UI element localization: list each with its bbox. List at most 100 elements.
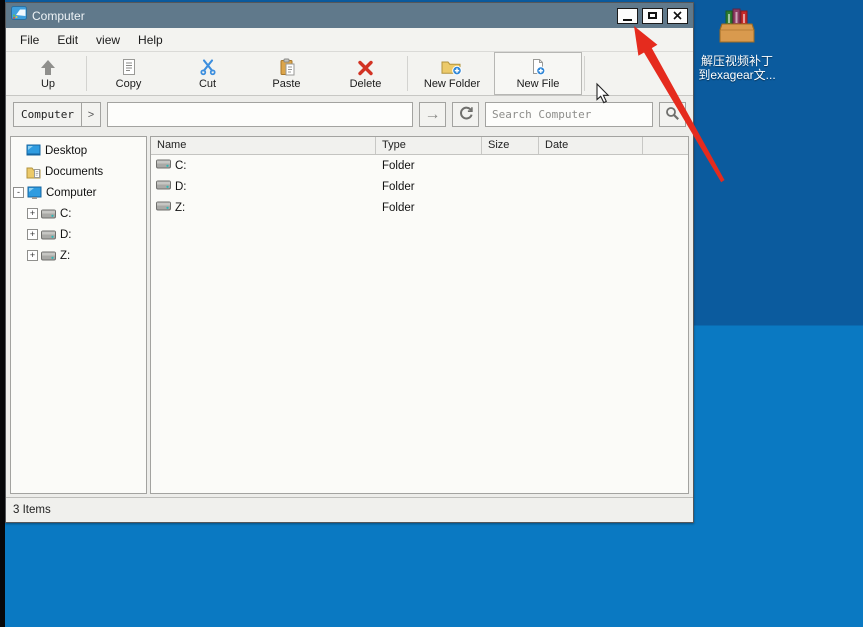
table-row-drive-c[interactable]: C: Folder	[151, 155, 688, 176]
cut-icon	[199, 57, 217, 76]
up-label: Up	[41, 78, 55, 90]
paste-label: Paste	[272, 78, 300, 90]
monitor-icon	[26, 144, 41, 158]
up-button[interactable]: Up	[12, 52, 84, 95]
drive-icon	[41, 208, 56, 220]
cell-name: Z:	[175, 202, 185, 214]
tree-item-drive-d[interactable]: + D:	[11, 224, 146, 245]
tree-label: Desktop	[45, 145, 87, 157]
menu-help[interactable]: Help	[129, 30, 172, 50]
delete-button[interactable]: Delete	[326, 52, 405, 95]
refresh-button[interactable]	[452, 102, 479, 127]
toolbar: Up Copy	[6, 52, 693, 96]
paste-button[interactable]: Paste	[247, 52, 326, 95]
collapse-expander-icon[interactable]: -	[13, 187, 24, 198]
delete-label: Delete	[350, 78, 382, 90]
shortcut-label-line2: 到exagear文...	[697, 68, 777, 82]
copy-label: Copy	[116, 78, 142, 90]
close-button[interactable]	[667, 8, 688, 24]
search-button[interactable]	[659, 102, 686, 127]
minimize-icon	[623, 19, 632, 21]
maximize-icon	[648, 12, 657, 19]
delete-icon	[357, 57, 374, 76]
main-area: Desktop Documents - Computer +	[6, 133, 693, 497]
menubar: File Edit view Help	[6, 28, 693, 52]
tree-item-documents[interactable]: Documents	[11, 161, 146, 182]
table-row-drive-d[interactable]: D: Folder	[151, 176, 688, 197]
path-input[interactable]	[107, 102, 413, 127]
tree-item-drive-z[interactable]: + Z:	[11, 245, 146, 266]
cell-type: Folder	[376, 160, 482, 172]
magnifier-icon	[665, 106, 680, 124]
paste-icon	[278, 57, 296, 76]
tree-label: C:	[60, 208, 72, 220]
column-header-filler	[643, 137, 688, 154]
drive-icon	[156, 200, 171, 215]
go-button[interactable]: →	[419, 102, 446, 127]
cell-type: Folder	[376, 202, 482, 214]
tree-item-desktop[interactable]: Desktop	[11, 140, 146, 161]
desktop-shortcut-exagear-patch[interactable]: 解压视频补丁 到exagear文...	[697, 6, 777, 82]
address-bar: Computer > →	[6, 96, 693, 133]
tree-label: D:	[60, 229, 72, 241]
copy-icon	[120, 57, 138, 76]
expand-expander-icon[interactable]: +	[27, 208, 38, 219]
cut-button[interactable]: Cut	[168, 52, 247, 95]
window-title: Computer	[32, 9, 85, 23]
tree-item-drive-c[interactable]: + C:	[11, 203, 146, 224]
status-bar: 3 Items	[6, 497, 693, 522]
list-header: Name Type Size Date	[151, 137, 688, 155]
search-input[interactable]	[485, 102, 653, 127]
table-row-drive-z[interactable]: Z: Folder	[151, 197, 688, 218]
new-file-label: New File	[517, 78, 560, 90]
window-controls	[617, 8, 688, 24]
cell-name: D:	[175, 181, 187, 193]
tree-item-computer[interactable]: - Computer	[11, 182, 146, 203]
shortcut-label-line1: 解压视频补丁	[697, 54, 777, 68]
close-icon	[673, 8, 682, 23]
toolbar-separator	[584, 56, 585, 91]
breadcrumb-computer[interactable]: Computer	[13, 102, 81, 127]
copy-button[interactable]: Copy	[89, 52, 168, 95]
cell-type: Folder	[376, 181, 482, 193]
monitor-icon	[27, 186, 42, 200]
breadcrumb: Computer >	[13, 102, 101, 127]
expand-expander-icon[interactable]: +	[27, 229, 38, 240]
go-arrow-icon: →	[425, 107, 441, 123]
up-arrow-icon	[38, 57, 58, 76]
column-header-size[interactable]: Size	[482, 137, 539, 154]
column-header-date[interactable]: Date	[539, 137, 643, 154]
tree-label: Z:	[60, 250, 70, 262]
drive-icon	[41, 229, 56, 241]
toolbar-separator	[86, 56, 87, 91]
breadcrumb-chevron-icon[interactable]: >	[81, 102, 101, 127]
file-manager-window: Computer File Edit view Help Up	[5, 2, 694, 523]
cut-label: Cut	[199, 78, 216, 90]
toolbar-separator	[407, 56, 408, 91]
refresh-icon	[459, 106, 473, 124]
minimize-button[interactable]	[617, 8, 638, 24]
status-text: 3 Items	[13, 504, 51, 516]
archive-box-icon	[714, 33, 760, 50]
new-folder-label: New Folder	[424, 78, 480, 90]
menu-file[interactable]: File	[11, 30, 48, 50]
tree-label: Documents	[45, 166, 103, 178]
folder-icon	[26, 165, 41, 179]
column-header-name[interactable]: Name	[151, 137, 376, 154]
tree-label: Computer	[46, 187, 97, 199]
new-file-button[interactable]: New File	[494, 52, 582, 95]
menu-view[interactable]: view	[87, 30, 129, 50]
expand-expander-icon[interactable]: +	[27, 250, 38, 261]
drive-icon	[41, 250, 56, 262]
folder-tree: Desktop Documents - Computer +	[10, 136, 147, 494]
column-header-type[interactable]: Type	[376, 137, 482, 154]
menu-edit[interactable]: Edit	[48, 30, 87, 50]
new-folder-icon	[441, 57, 463, 76]
new-file-icon	[529, 57, 547, 76]
file-list: Name Type Size Date C: Folder	[150, 136, 689, 494]
file-manager-app-icon	[11, 6, 27, 25]
cell-name: C:	[175, 160, 187, 172]
titlebar[interactable]: Computer	[6, 3, 693, 28]
new-folder-button[interactable]: New Folder	[410, 52, 494, 95]
maximize-button[interactable]	[642, 8, 663, 24]
